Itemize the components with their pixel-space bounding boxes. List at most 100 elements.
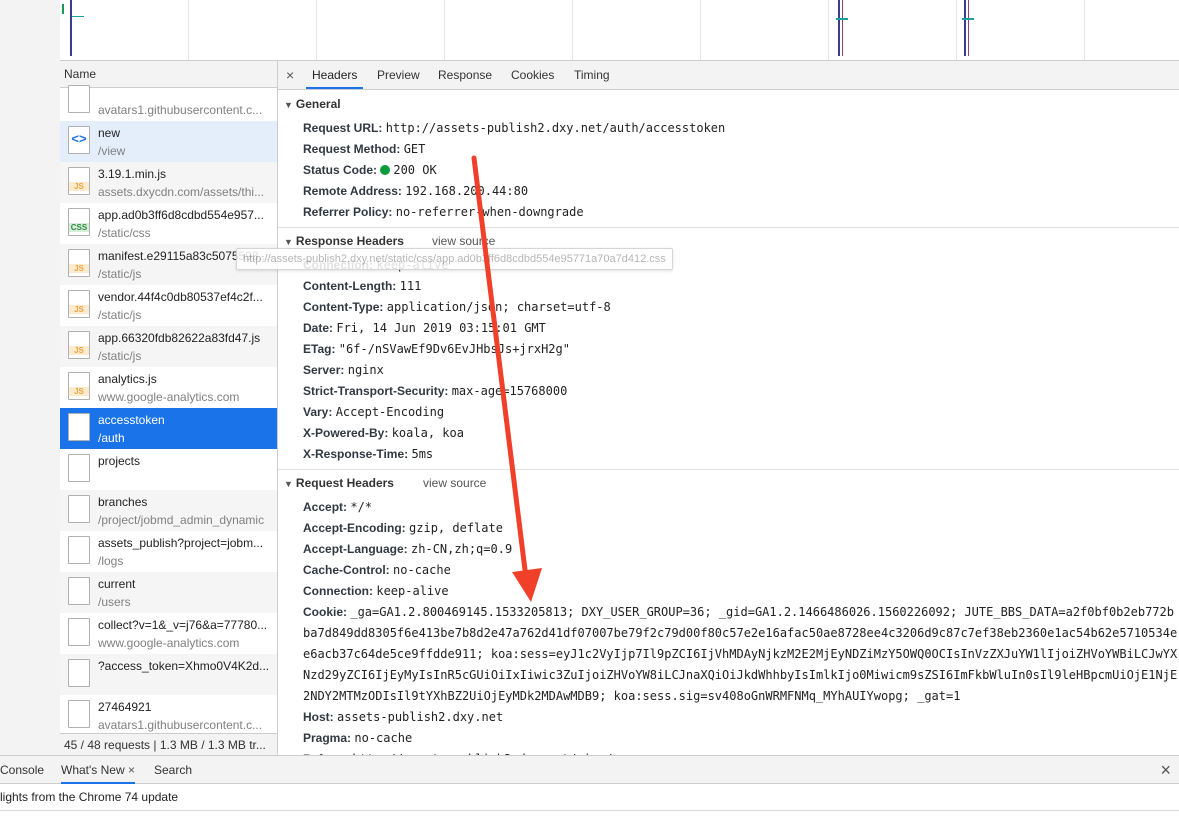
request-row[interactable]: 27464921 avatars1.githubusercontent.c... (60, 695, 277, 736)
tab-timing[interactable]: Timing (568, 61, 616, 89)
header-value: koala, koa (391, 426, 464, 440)
header-key: Cookie: (303, 605, 348, 619)
close-drawer-icon[interactable]: × (1160, 760, 1171, 781)
request-view-source-link[interactable]: view source (423, 476, 486, 490)
request-path: /view (98, 144, 126, 158)
general-section-toggle[interactable]: ▼ General (284, 97, 341, 111)
header-key: Server: (303, 363, 345, 377)
response-headers-section-toggle[interactable]: ▼ Response Headers (284, 234, 404, 248)
cookie-row: Cookie: _ga=GA1.2.800469145.1533205813; … (303, 605, 1174, 619)
header-key: Connection: (303, 584, 373, 598)
header-key: Accept-Encoding: (303, 521, 406, 535)
header-row: Pragma: no-cache (303, 731, 412, 745)
timeline-bar (838, 0, 840, 56)
header-key: Strict-Transport-Security: (303, 384, 449, 398)
header-row: X-Response-Time: 5ms (303, 447, 433, 461)
header-value: keep-alive (376, 584, 449, 598)
header-value: http://assets-publish2.dxy.net/auth/acce… (385, 121, 726, 135)
request-headers-section-toggle[interactable]: ▼ Request Headers (284, 476, 394, 490)
tab-response[interactable]: Response (432, 61, 498, 89)
response-headers-title: Response Headers (295, 234, 404, 248)
cookie-value-line: _ga=GA1.2.800469145.1533205813; DXY_USER… (350, 605, 1174, 619)
request-path: /static/js (98, 349, 142, 363)
request-name: new (98, 126, 121, 140)
css-file-icon: CSS (68, 208, 90, 236)
file-icon (68, 413, 90, 441)
expand-triangle-icon: ▼ (284, 100, 293, 110)
request-name: current (98, 577, 136, 591)
timeline-bar (964, 0, 966, 56)
request-path: avatars1.githubusercontent.c... (98, 718, 263, 732)
expand-triangle-icon: ▼ (284, 237, 293, 247)
request-name: 3.19.1.min.js (98, 167, 167, 181)
request-row[interactable]: current/users (60, 572, 277, 613)
header-key: X-Powered-By: (303, 426, 389, 440)
header-value: 200 OK (393, 163, 437, 177)
request-name: accesstoken (98, 413, 165, 427)
timeline-bar (962, 18, 974, 20)
request-row[interactable]: JS analytics.js www.google-analytics.com (60, 367, 277, 408)
header-key: Content-Length: (303, 279, 397, 293)
request-row[interactable]: JS 3.19.1.min.js assets.dxycdn.com/assets/… (60, 162, 277, 203)
request-row[interactable]: branches/project/jobmd_admin_dynamic (60, 490, 277, 531)
drawer-tab-label: What's New (61, 763, 125, 777)
request-row[interactable]: avatars1.githubusercontent.c... (60, 80, 277, 121)
expand-triangle-icon: ▼ (284, 479, 293, 489)
network-summary-status: 45 / 48 requests | 1.3 MB / 1.3 MB tr... (60, 733, 277, 755)
tab-preview[interactable]: Preview (371, 61, 426, 89)
request-row[interactable]: assets_publish?project=jobm... /logs (60, 531, 277, 572)
request-row[interactable]: collect?v=1&_v=j76&a=77780... www.google-… (60, 613, 277, 654)
header-row: Accept-Encoding: gzip, deflate (303, 521, 503, 535)
request-name: app.ad0b3ff6d8cdbd554e957... (98, 208, 264, 222)
request-row[interactable]: JS vendor.44f4c0db80537ef4c2f... /static/j… (60, 285, 277, 326)
header-value: assets-publish2.dxy.net (337, 710, 504, 724)
close-detail-icon[interactable]: × (286, 67, 294, 83)
request-row[interactable]: ?access_token=Xhmo0V4K2d... (60, 654, 277, 695)
timeline-bar (72, 16, 84, 17)
timeline-gridline (572, 0, 573, 60)
request-row[interactable]: JS app.66320fdb82622a83fd47.js/static/js (60, 326, 277, 367)
response-view-source-link[interactable]: view source (432, 234, 495, 248)
cookie-value-line: ba7d849dd8305f6e413be7b8d2e47a762d41df07… (303, 626, 1178, 640)
timeline-bar (70, 0, 72, 56)
request-name: 27464921 (98, 700, 152, 714)
request-path: /static/css (98, 226, 151, 240)
cookie-value-line: e6acb37c64de5ce9ffdde911; koa:sess=eyJ1c… (303, 647, 1178, 661)
header-key: Accept-Language: (303, 542, 408, 556)
timeline-gridline (1084, 0, 1085, 60)
request-path: /auth (98, 431, 125, 445)
header-row: Host: assets-publish2.dxy.net (303, 710, 503, 724)
header-row: Connection: keep-alive (303, 584, 449, 598)
drawer-tab-console[interactable]: Console (0, 756, 44, 784)
request-row[interactable]: CSS app.ad0b3ff6d8cdbd554e957... /static/c… (60, 203, 277, 244)
request-row[interactable]: accesstoken/auth (60, 408, 277, 449)
url-tooltip: http://assets-publish2.dxy.net/static/cs… (236, 248, 673, 270)
section-divider (278, 227, 1179, 228)
header-value: no-cache (354, 731, 413, 745)
header-value: application/json; charset=utf-8 (386, 300, 611, 314)
file-icon (68, 454, 90, 482)
request-name: assets_publish?project=jobm... (98, 536, 264, 550)
drawer-tab-search[interactable]: Search (154, 756, 192, 784)
document-file-icon: <> (68, 126, 90, 154)
request-row[interactable]: <> new/view (60, 121, 277, 162)
tab-cookies[interactable]: Cookies (505, 61, 560, 89)
header-key: Referrer Policy: (303, 205, 393, 219)
request-name: projects (98, 454, 141, 468)
request-row[interactable]: projects (60, 449, 277, 490)
header-value: nginx (347, 363, 384, 377)
header-value: gzip, deflate (409, 521, 503, 535)
tab-headers[interactable]: Headers (306, 61, 364, 89)
close-tab-icon[interactable]: × (128, 763, 135, 777)
request-headers-title: Request Headers (295, 476, 394, 490)
header-key: Accept: (303, 500, 348, 514)
file-icon (68, 577, 90, 605)
request-name: app.66320fdb82622a83fd47.js (98, 331, 261, 345)
network-overview-timeline[interactable] (60, 0, 1179, 61)
file-icon (68, 536, 90, 564)
drawer-tab-whats-new[interactable]: What's New × (61, 756, 135, 784)
request-path: /static/js (98, 308, 142, 322)
referrer-policy-row: Referrer Policy: no-referrer-when-downgr… (303, 205, 584, 219)
timeline-bar (62, 4, 64, 14)
file-icon (68, 618, 90, 646)
